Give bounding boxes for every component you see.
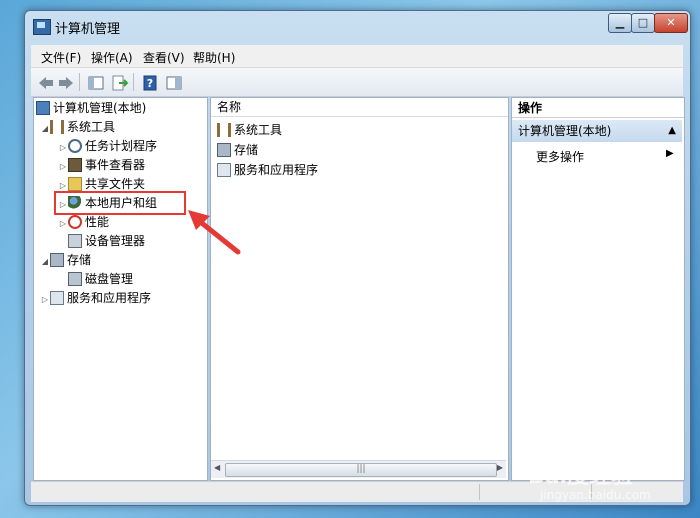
tree-item-disk-management[interactable]: 磁盘管理: [34, 270, 207, 289]
event-viewer-icon: [68, 158, 82, 172]
action-section-computer-management[interactable]: 计算机管理(本地) ▲: [512, 120, 682, 142]
more-actions-label: 更多操作: [536, 150, 585, 164]
help-icon[interactable]: ?: [139, 72, 161, 94]
storage-icon: [217, 143, 231, 157]
computer-management-window: 计算机管理 ▁ □ ✕ 文件(F) 操作(A) 查看(V) 帮助(H) ? 计算…: [24, 10, 691, 506]
tools-icon: [217, 123, 231, 137]
window-title: 计算机管理: [55, 22, 121, 37]
menu-file[interactable]: 文件(F): [41, 49, 81, 66]
tree-item-task-scheduler[interactable]: ▷ 任务计划程序: [34, 137, 207, 156]
shared-folder-icon: [68, 177, 82, 191]
services-icon: [50, 291, 64, 305]
status-divider: [479, 484, 480, 500]
collapsed-arrow-icon[interactable]: ▷: [58, 157, 68, 176]
result-list: 名称 系统工具 存储 服务和应用程序 ◀ ||| ▶: [210, 97, 509, 481]
tree-label: 计算机管理(本地): [53, 101, 147, 115]
collapsed-arrow-icon[interactable]: ▷: [40, 290, 50, 309]
list-item[interactable]: 系统工具: [211, 120, 506, 140]
minimize-button[interactable]: ▁: [608, 13, 632, 33]
device-manager-icon: [68, 234, 82, 248]
watermark-url: jingyan.baidu.com: [540, 488, 651, 502]
highlight-box: [54, 191, 186, 215]
list-item-label: 存储: [234, 143, 259, 157]
performance-icon: [68, 215, 82, 229]
list-items: 系统工具 存储 服务和应用程序: [211, 120, 506, 180]
services-icon: [217, 163, 231, 177]
menu-help[interactable]: 帮助(H): [193, 49, 235, 66]
expanded-arrow-icon[interactable]: ◢: [40, 119, 50, 138]
storage-icon: [50, 253, 64, 267]
menu-bar: 文件(F) 操作(A) 查看(V) 帮助(H): [31, 45, 683, 68]
menu-view[interactable]: 查看(V): [143, 49, 185, 66]
action-pane-title: 操作: [512, 98, 684, 118]
more-actions-item[interactable]: 更多操作 ▶: [536, 148, 674, 165]
scroll-right-icon[interactable]: ▶: [497, 463, 503, 472]
column-header-name[interactable]: 名称: [211, 98, 508, 117]
collapsed-arrow-icon[interactable]: ▷: [58, 214, 68, 233]
action-pane: 操作 计算机管理(本地) ▲ 更多操作 ▶: [511, 97, 685, 481]
tree-label: 系统工具: [67, 120, 116, 134]
back-arrow-icon[interactable]: [35, 72, 57, 94]
svg-text:?: ?: [147, 77, 153, 90]
tree-label: 性能: [85, 215, 110, 229]
tree-item-root[interactable]: 计算机管理(本地): [34, 99, 207, 118]
horizontal-scrollbar[interactable]: ◀ ||| ▶: [211, 460, 506, 478]
clock-icon: [68, 139, 82, 153]
collapse-up-icon[interactable]: ▲: [668, 120, 676, 142]
tree-label: 存储: [67, 253, 92, 267]
expanded-arrow-icon[interactable]: ◢: [40, 252, 50, 271]
show-action-pane-icon[interactable]: [163, 72, 185, 94]
list-item-label: 服务和应用程序: [234, 163, 319, 177]
tree-label: 服务和应用程序: [67, 291, 152, 305]
show-hide-tree-icon[interactable]: [85, 72, 107, 94]
console-tree: 计算机管理(本地) ◢ 系统工具 ▷ 任务计划程序 ▷ 事件查看器 ▷ 共享文件夹 ▷ 本…: [33, 97, 208, 481]
tree-item-services-apps[interactable]: ▷ 服务和应用程序: [34, 289, 207, 308]
title-bar[interactable]: 计算机管理 ▁ □ ✕: [25, 11, 690, 41]
baidu-jingyan-watermark: Bai度经验: [528, 464, 634, 489]
action-section-label: 计算机管理(本地): [518, 124, 612, 138]
tree-label: 事件查看器: [85, 158, 146, 172]
scrollbar-thumb[interactable]: |||: [225, 463, 497, 477]
menu-action[interactable]: 操作(A): [91, 49, 133, 66]
forward-arrow-icon[interactable]: [55, 72, 77, 94]
scroll-left-icon[interactable]: ◀: [214, 463, 220, 472]
tree-label: 设备管理器: [85, 234, 146, 248]
list-item[interactable]: 存储: [211, 140, 506, 160]
computer-management-icon: [33, 19, 51, 35]
close-button[interactable]: ✕: [654, 13, 688, 33]
submenu-arrow-icon: ▶: [666, 148, 674, 159]
toolbar-separator: [133, 73, 134, 91]
export-list-icon[interactable]: [109, 72, 131, 94]
toolbar-separator: [79, 73, 80, 91]
disk-icon: [68, 272, 82, 286]
tree-label: 任务计划程序: [85, 139, 158, 153]
tree-item-event-viewer[interactable]: ▷ 事件查看器: [34, 156, 207, 175]
tools-icon: [50, 120, 64, 134]
toolbar: ?: [31, 68, 683, 97]
list-item[interactable]: 服务和应用程序: [211, 160, 506, 180]
tree-item-system-tools[interactable]: ◢ 系统工具: [34, 118, 207, 137]
tree-label: 共享文件夹: [85, 177, 146, 191]
computer-icon: [36, 101, 50, 115]
list-item-label: 系统工具: [234, 123, 283, 137]
maximize-button[interactable]: □: [631, 13, 655, 33]
annotation-arrow-icon: [188, 210, 241, 255]
collapsed-arrow-icon[interactable]: ▷: [58, 138, 68, 157]
tree-label: 磁盘管理: [85, 272, 134, 286]
